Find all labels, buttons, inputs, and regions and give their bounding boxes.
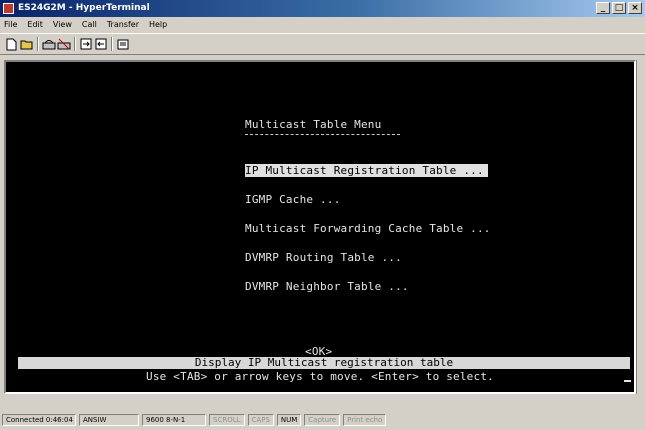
- send-icon[interactable]: [78, 37, 93, 51]
- menu-file[interactable]: File: [4, 17, 17, 33]
- menu-title-underline: [245, 134, 400, 137]
- close-button[interactable]: ×: [628, 2, 642, 14]
- navigation-hint: Use <TAB> or arrow keys to move. <Enter>…: [146, 370, 494, 383]
- help-bar: Display IP Multicast registration table: [18, 357, 630, 369]
- disconnect-icon[interactable]: [56, 37, 71, 51]
- menu-title: Multicast Table Menu: [245, 118, 382, 131]
- window-title: ES24G2M - HyperTerminal: [18, 3, 150, 13]
- status-connected: Connected 0:46:04: [2, 414, 76, 426]
- terminal-cursor: [624, 380, 631, 382]
- status-capture: Capture: [304, 414, 341, 426]
- toolbar-separator: [111, 37, 113, 51]
- menu-view[interactable]: View: [53, 17, 72, 33]
- menu-item-igmp-cache[interactable]: IGMP Cache ...: [245, 193, 341, 206]
- terminal-window[interactable]: Multicast Table Menu IP Multicast Regist…: [4, 60, 636, 394]
- terminal-screen: Multicast Table Menu IP Multicast Regist…: [6, 62, 634, 392]
- hyperterminal-app-icon: [3, 3, 14, 14]
- receive-icon[interactable]: [93, 37, 108, 51]
- menu-transfer[interactable]: Transfer: [107, 17, 139, 33]
- new-icon[interactable]: [4, 37, 19, 51]
- menu-item-multicast-forwarding-cache[interactable]: Multicast Forwarding Cache Table ...: [245, 222, 491, 235]
- toolbar: [0, 33, 645, 55]
- vertical-scrollbar[interactable]: [636, 60, 645, 394]
- status-scroll: SCROLL: [209, 414, 245, 426]
- menu-bar: File Edit View Call Transfer Help: [0, 17, 645, 33]
- properties-icon[interactable]: [115, 37, 130, 51]
- status-caps: CAPS: [247, 414, 274, 426]
- menu-item-dvmrp-routing[interactable]: DVMRP Routing Table ...: [245, 251, 402, 264]
- open-icon[interactable]: [19, 37, 34, 51]
- menu-edit[interactable]: Edit: [27, 17, 43, 33]
- status-settings: 9600 8-N-1: [142, 414, 206, 426]
- menu-help[interactable]: Help: [149, 17, 167, 33]
- status-emulation: ANSIW: [79, 414, 139, 426]
- toolbar-separator: [37, 37, 39, 51]
- maximize-button[interactable]: □: [612, 2, 626, 14]
- menu-item-dvmrp-neighbor[interactable]: DVMRP Neighbor Table ...: [245, 280, 409, 293]
- minimize-button[interactable]: _: [596, 2, 610, 14]
- menu-item-ip-multicast-registration[interactable]: IP Multicast Registration Table ...: [245, 164, 488, 177]
- status-print-echo: Print echo: [343, 414, 387, 426]
- dial-icon[interactable]: [41, 37, 56, 51]
- window-controls: _ □ ×: [596, 2, 642, 14]
- title-bar: ES24G2M - HyperTerminal _ □ ×: [0, 0, 645, 17]
- status-bar: Connected 0:46:04 ANSIW 9600 8-N-1 SCROL…: [0, 398, 645, 430]
- toolbar-separator: [74, 37, 76, 51]
- menu-call[interactable]: Call: [82, 17, 97, 33]
- status-num: NUM: [276, 414, 302, 426]
